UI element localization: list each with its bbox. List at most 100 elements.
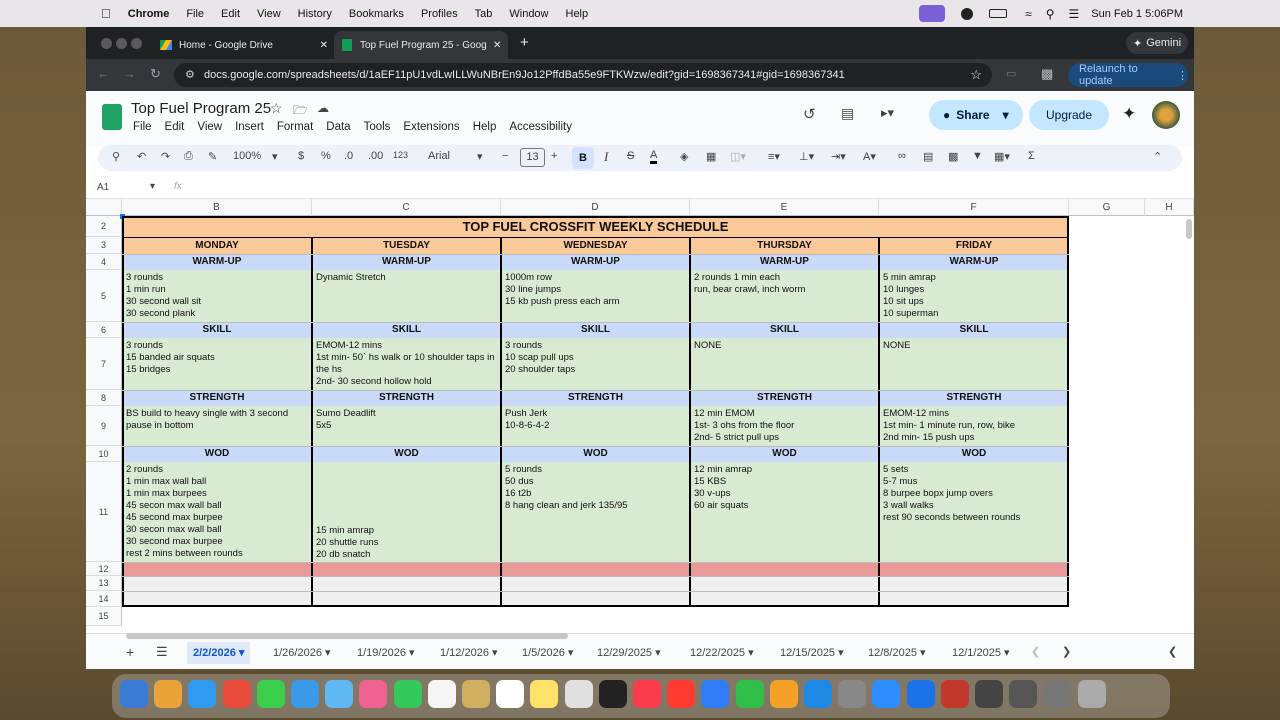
text-color-icon[interactable]: A: [650, 150, 658, 164]
skill-cell[interactable]: NONE: [879, 338, 1069, 390]
empty-cell[interactable]: [312, 562, 501, 576]
scroll-tabs-right-icon[interactable]: ❯: [1062, 645, 1071, 658]
gemini-sparkle-icon[interactable]: ✦: [1122, 104, 1136, 124]
cast-icon[interactable]: ▭: [1006, 67, 1016, 80]
section-header-warmup[interactable]: WARM-UP: [122, 254, 312, 270]
wod-cell[interactable]: 15 min amrap 20 shuttle runs 20 db snatc…: [312, 462, 501, 562]
row-header[interactable]: 15: [86, 607, 122, 626]
row-header[interactable]: 2: [86, 216, 122, 237]
safari-icon[interactable]: [188, 680, 217, 708]
menu-profiles[interactable]: Profiles: [421, 8, 458, 20]
empty-cell[interactable]: [122, 576, 312, 591]
print-icon[interactable]: ⎙: [184, 150, 193, 163]
close-tab-icon[interactable]: ✕: [493, 40, 501, 51]
name-box[interactable]: A1: [97, 182, 109, 193]
sheet-tab[interactable]: 1/5/2026 ▾: [516, 642, 579, 664]
warmup-cell[interactable]: 1000m row 30 line jumps 15 kb push press…: [501, 270, 690, 322]
empty-cell[interactable]: [690, 562, 879, 576]
close-tab-icon[interactable]: ✕: [320, 40, 328, 51]
row-header[interactable]: 4: [86, 254, 122, 270]
menu-history[interactable]: History: [298, 8, 332, 20]
sheets-logo-icon[interactable]: [102, 104, 122, 130]
zoom-icon[interactable]: [872, 680, 901, 708]
row-header[interactable]: 6: [86, 322, 122, 338]
freeform-icon[interactable]: [564, 680, 593, 708]
wod-cell[interactable]: 5 rounds 50 dus 16 t2b 8 hang clean and …: [501, 462, 690, 562]
column-header-e[interactable]: E: [690, 199, 879, 216]
sheet-tab[interactable]: 12/1/2025 ▾: [946, 642, 1016, 664]
wod-cell[interactable]: 12 min amrap 15 KBS 30 v-ups 60 air squa…: [690, 462, 879, 562]
history-icon[interactable]: ↺: [803, 105, 816, 123]
percent-format-button[interactable]: %: [321, 150, 331, 162]
row-header[interactable]: 11: [86, 462, 122, 562]
section-header-wod[interactable]: WOD: [690, 446, 879, 462]
section-header-warmup[interactable]: WARM-UP: [879, 254, 1069, 270]
battery-icon[interactable]: [989, 9, 1008, 18]
chrome-icon[interactable]: [222, 680, 251, 708]
explore-collapse-icon[interactable]: ❮: [1168, 645, 1177, 658]
sheets-menu-extensions[interactable]: Extensions: [403, 121, 459, 133]
decrease-decimal-button[interactable]: .0: [344, 150, 353, 162]
font-size-input[interactable]: 13: [520, 148, 545, 167]
scroll-tabs-left-icon[interactable]: ❮: [1031, 645, 1040, 658]
empty-cell[interactable]: [122, 591, 312, 607]
day-header-friday[interactable]: FRIDAY: [879, 237, 1069, 254]
column-header-d[interactable]: D: [501, 199, 690, 216]
font-select[interactable]: Arial: [428, 150, 450, 162]
name-box-chevron-icon[interactable]: ▾: [150, 181, 155, 192]
strength-cell[interactable]: Push Jerk 10-8-6-4-2: [501, 406, 690, 446]
row-header[interactable]: 14: [86, 591, 122, 607]
calendar-icon[interactable]: [427, 680, 456, 708]
section-header-skill[interactable]: SKILL: [122, 322, 312, 338]
more-icon[interactable]: ⋮: [1177, 69, 1188, 82]
apple-icon[interactable]: : [101, 6, 111, 21]
increase-font-icon[interactable]: +: [551, 150, 557, 162]
photos-icon[interactable]: [359, 680, 388, 708]
section-header-wod[interactable]: WOD: [501, 446, 690, 462]
section-header-strength[interactable]: STRENGTH: [122, 390, 312, 406]
avatar[interactable]: [1152, 101, 1180, 129]
row-header[interactable]: 5: [86, 270, 122, 322]
horizontal-scrollbar[interactable]: [126, 633, 568, 639]
section-header-strength[interactable]: STRENGTH: [879, 390, 1069, 406]
sheet-tab[interactable]: 12/8/2025 ▾: [862, 642, 932, 664]
insert-chart-icon[interactable]: ▩: [948, 150, 958, 163]
tab-sheets[interactable]: Top Fuel Program 25 - Google ✕: [334, 31, 508, 59]
sheets-menu-help[interactable]: Help: [473, 121, 497, 133]
mail-icon[interactable]: [291, 680, 319, 708]
close-window-icon[interactable]: [101, 38, 112, 49]
new-tab-icon[interactable]: +: [520, 34, 529, 51]
window-icon[interactable]: [1009, 680, 1038, 708]
all-sheets-icon[interactable]: ☰: [156, 644, 168, 660]
empty-cell[interactable]: [690, 591, 879, 607]
warmup-cell[interactable]: Dynamic Stretch: [312, 270, 501, 322]
settings-icon[interactable]: [838, 680, 867, 708]
appstore-icon[interactable]: [804, 680, 832, 708]
strength-cell[interactable]: Sumo Deadlift 5x5: [312, 406, 501, 446]
sheet-tab[interactable]: 2/2/2026 ▾: [187, 642, 251, 664]
column-header-h[interactable]: H: [1145, 199, 1194, 216]
reminders-icon[interactable]: [496, 680, 525, 708]
pages-icon[interactable]: [769, 680, 798, 708]
currency-format-button[interactable]: $: [298, 150, 304, 162]
chevron-down-icon[interactable]: ▾: [1003, 108, 1009, 122]
sheets-menu-data[interactable]: Data: [326, 121, 350, 133]
contacts-icon[interactable]: [462, 680, 490, 708]
sheets-menu-accessibility[interactable]: Accessibility: [509, 121, 572, 133]
star-icon[interactable]: ☆: [270, 100, 283, 117]
sheet-tab[interactable]: 1/12/2026 ▾: [434, 642, 504, 664]
menu-tab[interactable]: Tab: [475, 8, 493, 20]
wifi-icon[interactable]: ≈: [1025, 7, 1032, 21]
row-header[interactable]: 12: [86, 562, 122, 576]
wod-cell[interactable]: 5 sets 5-7 mus 8 burpee bopx jump overs …: [879, 462, 1069, 562]
search-icon[interactable]: ⚲: [1046, 7, 1055, 21]
minimize-window-icon[interactable]: [116, 38, 127, 49]
corner-cell[interactable]: [86, 199, 122, 216]
trash-icon[interactable]: [1077, 680, 1106, 708]
document-title[interactable]: Top Fuel Program 25: [131, 100, 271, 117]
back-icon[interactable]: ←: [97, 66, 110, 81]
warmup-cell[interactable]: 5 min amrap 10 lunges 10 sit ups 10 supe…: [879, 270, 1069, 322]
section-header-strength[interactable]: STRENGTH: [501, 390, 690, 406]
sheet-tab[interactable]: 12/22/2025 ▾: [684, 642, 760, 664]
section-header-wod[interactable]: WOD: [879, 446, 1069, 462]
